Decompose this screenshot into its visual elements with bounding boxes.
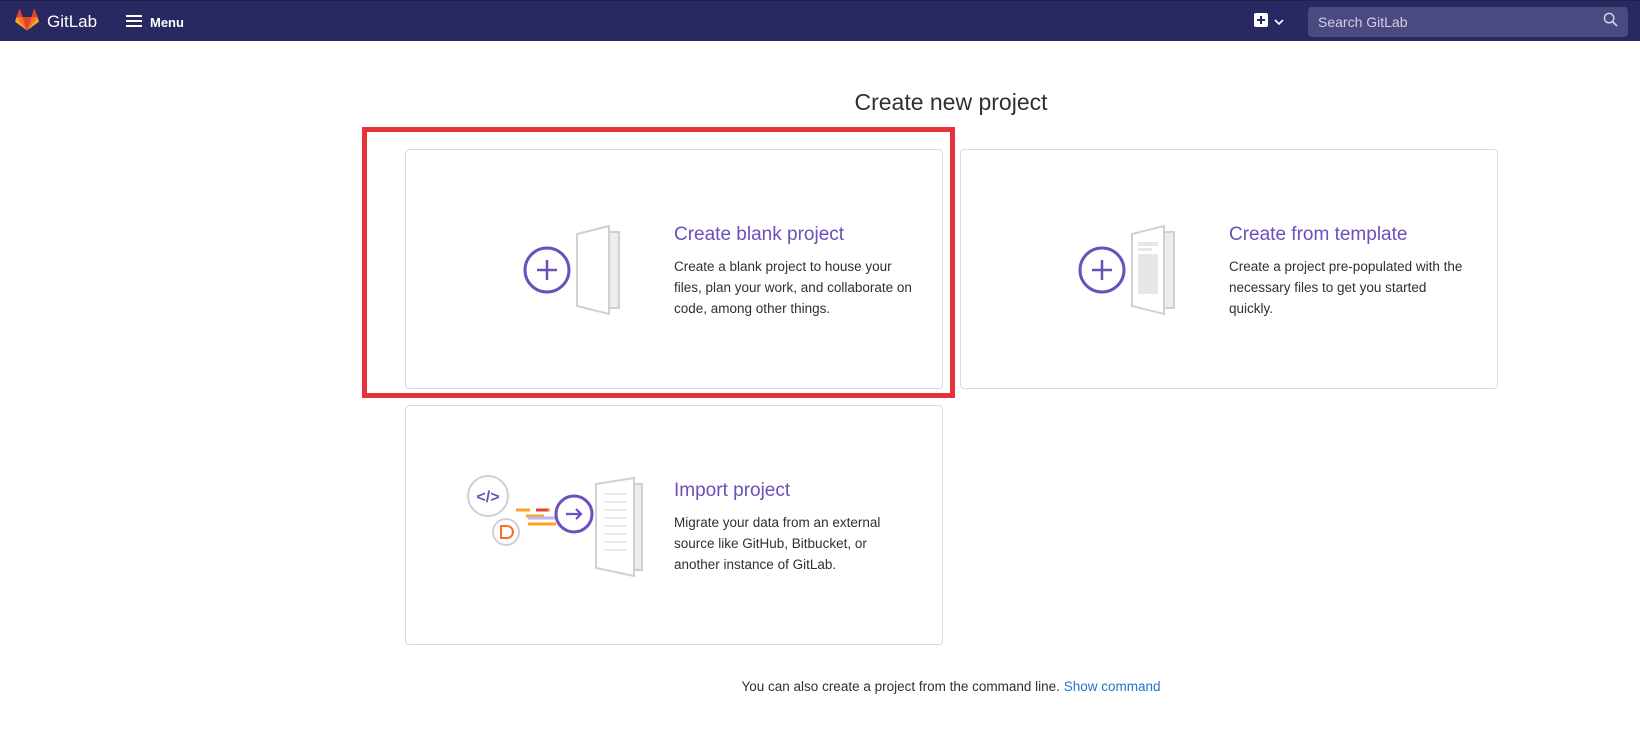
create-from-template-card[interactable]: Create from template Create a project pr… [960, 149, 1498, 389]
show-command-link[interactable]: Show command [1064, 679, 1161, 694]
command-line-hint: You can also create a project from the c… [0, 679, 1640, 694]
gitlab-logo-icon [15, 8, 39, 36]
import-card-text: Import project Migrate your data from an… [674, 480, 914, 575]
search-input[interactable] [1318, 14, 1603, 30]
gitlab-home-link[interactable]: GitLab [15, 8, 98, 36]
command-line-text: You can also create a project from the c… [741, 679, 1060, 694]
import-project-card[interactable]: </> Import project Migrate your data fro… [405, 405, 943, 645]
new-item-dropdown[interactable] [1254, 12, 1284, 32]
blank-card-description: Create a blank project to house your fil… [674, 259, 912, 316]
blank-card-text: Create blank project Create a blank proj… [674, 224, 914, 319]
plus-square-icon [1254, 12, 1268, 32]
import-card-title: Import project [674, 480, 791, 501]
page-title-wrap: Create new project [0, 89, 1640, 116]
search-box[interactable] [1308, 7, 1628, 37]
blank-card-title: Create blank project [674, 224, 845, 245]
template-card-description: Create a project pre-populated with the … [1229, 259, 1463, 316]
menu-button[interactable]: Menu [126, 11, 184, 33]
hamburger-icon [126, 14, 142, 31]
blank-project-illustration [501, 220, 641, 320]
chevron-down-icon [1274, 13, 1284, 31]
import-card-description: Migrate your data from an external sourc… [674, 515, 881, 572]
brand-name: GitLab [47, 12, 98, 31]
menu-label: Menu [150, 14, 184, 30]
svg-text:</>: </> [476, 489, 499, 506]
page-title: Create new project [854, 89, 1048, 115]
template-card-text: Create from template Create a project pr… [1229, 224, 1469, 319]
import-project-illustration: </> [466, 472, 646, 582]
search-icon[interactable] [1603, 12, 1618, 32]
top-navbar: GitLab Menu [0, 0, 1640, 41]
template-project-illustration [1056, 220, 1196, 320]
template-card-title: Create from template [1229, 224, 1408, 245]
create-blank-project-card[interactable]: Create blank project Create a blank proj… [405, 149, 943, 389]
